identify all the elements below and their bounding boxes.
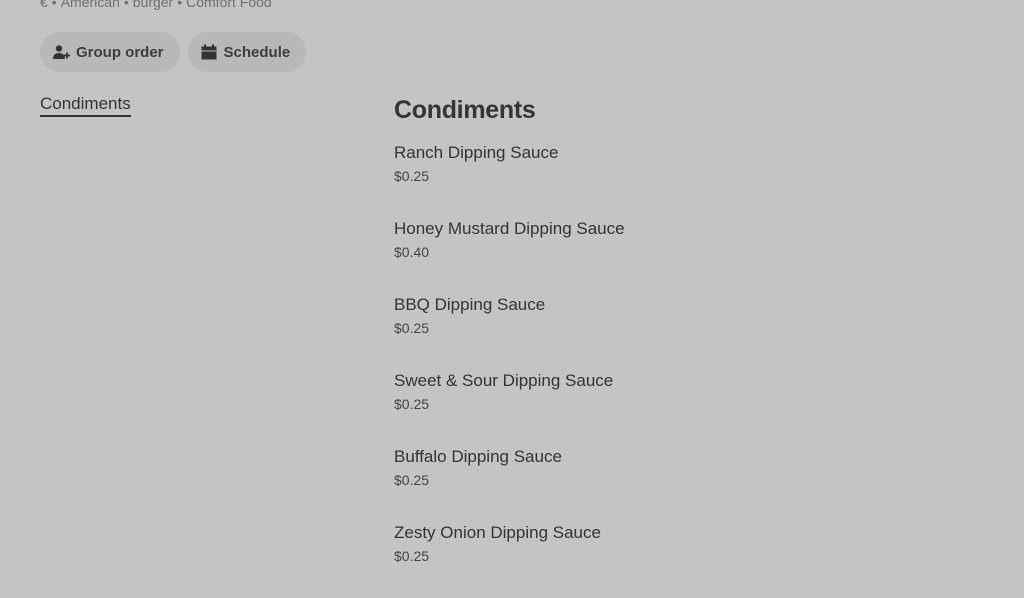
menu-item-price: $0.25 bbox=[394, 168, 430, 184]
menu-item[interactable]: Honey Mustard Dipping Sauce $0.40 bbox=[394, 218, 954, 294]
menu-item[interactable]: BBQ Dipping Sauce $0.25 bbox=[394, 294, 954, 370]
tag-separator: • bbox=[51, 0, 57, 10]
menu-item-name: Sweet & Sour Dipping Sauce bbox=[394, 371, 614, 390]
menu-item[interactable]: Zesty Onion Dipping Sauce $0.25 bbox=[394, 522, 954, 598]
calendar-icon bbox=[200, 43, 218, 61]
schedule-label: Schedule bbox=[223, 43, 291, 61]
sidebar-item-condiments[interactable]: Condiments bbox=[40, 94, 131, 117]
menu-item-price: $0.40 bbox=[394, 244, 430, 260]
store-tag-price: € bbox=[40, 0, 48, 10]
menu-item-name: Ranch Dipping Sauce bbox=[394, 143, 559, 162]
store-tag-cuisine: American bbox=[60, 0, 120, 10]
store-tags: € • American • burger • Comfort Food bbox=[40, 0, 272, 10]
menu-item-name: Buffalo Dipping Sauce bbox=[394, 447, 562, 466]
add-person-icon bbox=[52, 43, 70, 61]
menu-item[interactable]: Buffalo Dipping Sauce $0.25 bbox=[394, 446, 954, 522]
order-actions: Group order Schedule bbox=[40, 32, 307, 72]
tag-separator: • bbox=[177, 0, 183, 10]
section-title: Condiments bbox=[394, 96, 536, 124]
menu-item-price: $0.25 bbox=[394, 472, 430, 488]
store-tag-category: burger bbox=[132, 0, 174, 10]
tag-separator: • bbox=[123, 0, 129, 10]
menu-item-name: Zesty Onion Dipping Sauce bbox=[394, 523, 601, 542]
menu-item[interactable]: Ranch Dipping Sauce $0.25 bbox=[394, 142, 954, 218]
group-order-label: Group order bbox=[76, 43, 164, 61]
menu-item-price: $0.25 bbox=[394, 548, 430, 564]
schedule-button[interactable]: Schedule bbox=[187, 32, 307, 72]
menu-item-name: Honey Mustard Dipping Sauce bbox=[394, 219, 625, 238]
menu-item-list: Ranch Dipping Sauce $0.25 Honey Mustard … bbox=[394, 142, 954, 598]
menu-item-price: $0.25 bbox=[394, 320, 430, 336]
group-order-button[interactable]: Group order bbox=[40, 32, 180, 72]
menu-item[interactable]: Sweet & Sour Dipping Sauce $0.25 bbox=[394, 370, 954, 446]
menu-item-price: $0.25 bbox=[394, 396, 430, 412]
store-tag-style: Comfort Food bbox=[186, 0, 272, 10]
menu-item-name: BBQ Dipping Sauce bbox=[394, 295, 546, 314]
